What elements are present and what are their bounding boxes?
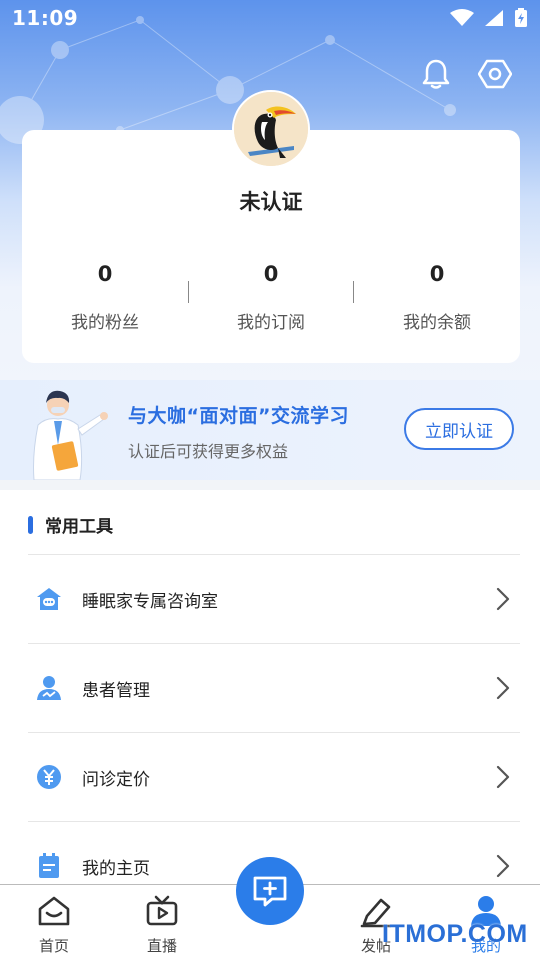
chevron-right-icon xyxy=(496,765,512,789)
tool-label: 我的主页 xyxy=(82,858,150,879)
status-time: 11:09 xyxy=(12,6,79,30)
patient-icon xyxy=(36,675,62,701)
tab-live[interactable]: 直播 xyxy=(122,885,202,960)
tool-item-consult-pricing[interactable]: 问诊定价 xyxy=(28,732,520,821)
stat-subscriptions[interactable]: 0 我的订阅 xyxy=(188,262,354,333)
chevron-right-icon xyxy=(496,676,512,700)
tab-label: 首页 xyxy=(38,937,69,955)
price-icon xyxy=(36,764,62,790)
tools-title: 常用工具 xyxy=(45,517,113,537)
tool-label: 患者管理 xyxy=(82,680,150,701)
stat-divider xyxy=(188,281,189,303)
home-icon xyxy=(36,893,72,929)
certification-promo-banner[interactable]: 与大咖“面对面”交流学习 认证后可获得更多权益 立即认证 xyxy=(0,380,540,480)
stat-followers[interactable]: 0 我的粉丝 xyxy=(22,262,188,333)
stat-value: 0 xyxy=(97,262,113,286)
tab-home[interactable]: 首页 xyxy=(14,885,94,960)
tool-item-patient-management[interactable]: 患者管理 xyxy=(28,643,520,732)
stat-label: 我的粉丝 xyxy=(71,313,139,333)
tv-icon xyxy=(144,893,180,929)
chevron-right-icon xyxy=(496,854,512,878)
avatar[interactable] xyxy=(232,90,310,168)
section-accent-bar xyxy=(28,515,33,534)
stat-label: 我的订阅 xyxy=(237,313,305,333)
common-tools-section: 常用工具 睡眠家专属咨询室 患者管理 问诊定价 我的主页 xyxy=(0,490,540,885)
status-bar: 11:09 xyxy=(0,0,540,36)
promo-subtitle: 认证后可获得更多权益 xyxy=(128,442,289,461)
stat-divider xyxy=(353,281,354,303)
post-message-button[interactable] xyxy=(236,857,304,925)
profile-stats: 0 我的粉丝 0 我的订阅 0 我的余额 xyxy=(22,262,520,333)
tool-label: 睡眠家专属咨询室 xyxy=(82,591,218,612)
certification-status: 未认证 xyxy=(239,190,303,214)
watermark: ITMOP.COM xyxy=(382,920,528,948)
bell-icon[interactable] xyxy=(418,56,454,92)
stat-value: 0 xyxy=(429,262,445,286)
post-message-icon xyxy=(253,876,287,907)
settings-icon[interactable] xyxy=(477,56,513,92)
wifi-icon xyxy=(450,9,474,26)
tools-header: 常用工具 xyxy=(28,512,113,537)
tab-label: 直播 xyxy=(146,937,177,955)
promo-title: 与大咖“面对面”交流学习 xyxy=(128,405,349,427)
tool-item-consult-room[interactable]: 睡眠家专属咨询室 xyxy=(28,554,520,643)
stat-value: 0 xyxy=(263,262,279,286)
certify-now-button[interactable]: 立即认证 xyxy=(404,408,514,450)
homepage-icon xyxy=(36,853,62,879)
consult-room-icon xyxy=(36,586,62,612)
toucan-avatar-icon xyxy=(234,92,308,166)
stat-label: 我的余额 xyxy=(403,313,471,333)
signal-icon xyxy=(485,10,503,26)
tool-label: 问诊定价 xyxy=(82,769,150,790)
doctor-illustration xyxy=(33,390,108,480)
stat-balance[interactable]: 0 我的余额 xyxy=(354,262,520,333)
battery-icon xyxy=(515,8,527,27)
chevron-right-icon xyxy=(496,587,512,611)
